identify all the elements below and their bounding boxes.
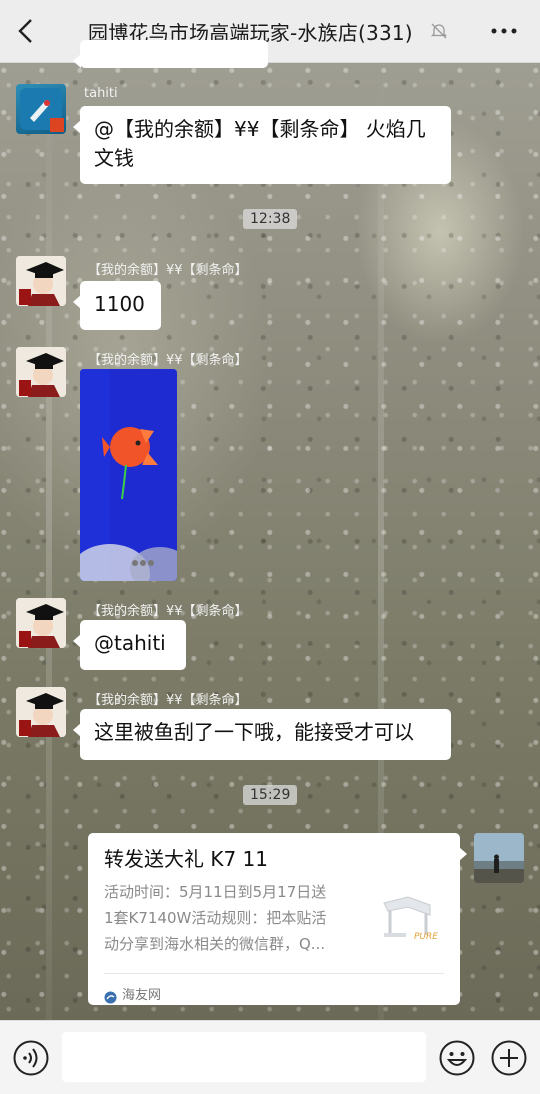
message-text-line: 文钱 (94, 146, 134, 170)
previous-message-bubble (73, 40, 268, 68)
sender-name: 【我的余额】¥¥【剩条命】 (88, 353, 248, 368)
avatar-sender[interactable] (16, 687, 66, 737)
voice-icon[interactable] (13, 1040, 49, 1076)
link-card-desc-line: 1套K7140W活动规则：把本贴活 (104, 909, 327, 927)
mute-bell-icon (430, 22, 448, 40)
message-text: 这里被鱼刮了一下哦，能接受才可以 (94, 720, 414, 744)
avatar-self[interactable] (474, 833, 524, 883)
link-card-title: 转发送大礼 K7 11 (104, 847, 269, 871)
timestamp: 12:38 (243, 209, 298, 229)
message-text-line: @【我的余额】¥¥【剩条命】 火焰几 (94, 117, 426, 141)
message-bubble[interactable]: @【我的余额】¥¥【剩条命】 火焰几 文钱 (73, 106, 451, 184)
link-card[interactable]: 转发送大礼 K7 11 活动时间：5月11日到5月17日送 1套K7140W活动… (88, 833, 467, 1005)
message-bubble[interactable]: @tahiti (73, 620, 186, 670)
message-text: @tahiti (94, 631, 166, 655)
more-icon[interactable] (488, 18, 520, 44)
link-card-description: 活动时间：5月11日到5月17日送 1套K7140W活动规则：把本贴活 动分享到… (104, 879, 359, 957)
wallpaper-streak (46, 62, 52, 1020)
source-icon (104, 983, 117, 1004)
image-message[interactable] (80, 369, 177, 581)
avatar-sender[interactable] (16, 256, 66, 306)
avatar-sender[interactable] (16, 347, 66, 397)
sender-name: 【我的余额】¥¥【剩条命】 (88, 604, 248, 619)
sender-name: 【我的余额】¥¥【剩条命】 (88, 693, 248, 708)
thumbnail-label: PURE (414, 932, 438, 942)
emoji-icon[interactable] (439, 1040, 475, 1076)
message-text: 1100 (94, 292, 145, 316)
back-icon[interactable] (14, 17, 40, 45)
link-card-desc-line: 活动时间：5月11日到5月17日送 (104, 883, 327, 901)
avatar-sender[interactable] (16, 598, 66, 648)
plus-icon[interactable] (491, 1040, 527, 1076)
input-toolbar (0, 1020, 540, 1094)
timestamp: 15:29 (243, 785, 298, 805)
sender-name: 【我的余额】¥¥【剩条命】 (88, 263, 248, 278)
message-input[interactable] (62, 1032, 426, 1082)
link-card-thumbnail: PURE (378, 893, 444, 949)
avatar-tahiti[interactable] (16, 84, 66, 134)
message-bubble[interactable]: 1100 (73, 281, 161, 330)
link-card-divider (104, 973, 444, 974)
link-card-source: 海友网 (122, 988, 162, 1003)
link-card-desc-line: 动分享到海水相关的微信群，Q... (104, 935, 326, 953)
sender-name: tahiti (84, 86, 118, 101)
message-bubble[interactable]: 这里被鱼刮了一下哦，能接受才可以 (73, 709, 451, 760)
